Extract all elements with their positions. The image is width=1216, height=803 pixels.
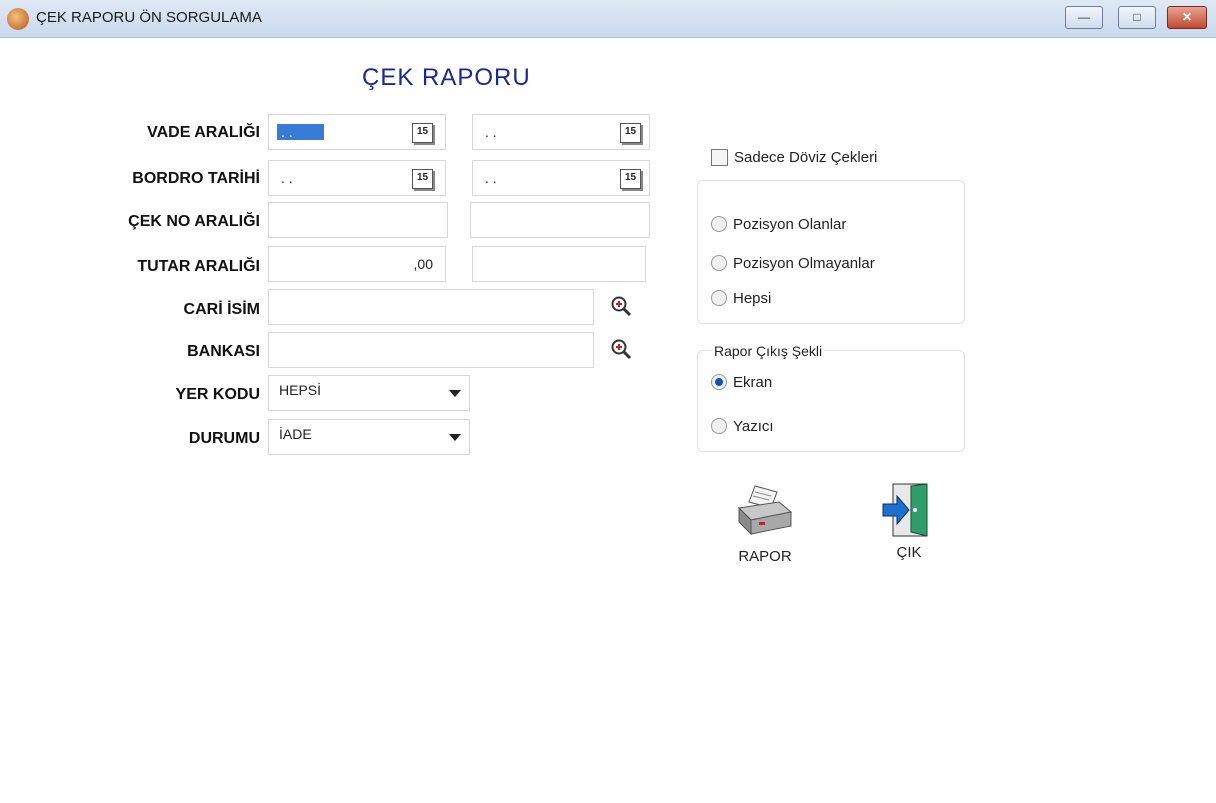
doviz-checkbox[interactable]: Sadece Döviz Çekleri xyxy=(711,148,878,167)
cari-input[interactable] xyxy=(268,289,594,325)
minimize-button[interactable]: — xyxy=(1065,6,1103,29)
calendar-icon[interactable]: 15 xyxy=(412,123,433,143)
calendar-icon[interactable]: 15 xyxy=(412,169,433,189)
durumu-select[interactable]: İADE xyxy=(268,419,470,455)
cekno-to-input[interactable] xyxy=(470,202,650,238)
chevron-down-icon[interactable] xyxy=(449,390,461,397)
durumu-label: DURUMU xyxy=(188,430,260,447)
bordro-to-value: . . xyxy=(485,170,497,186)
close-button[interactable]: ✕ xyxy=(1167,6,1207,29)
durumu-value: İADE xyxy=(279,426,312,442)
cari-label: CARİ İSİM xyxy=(183,301,260,318)
bankasi-label: BANKASI xyxy=(187,343,260,360)
ekran-label: Ekran xyxy=(733,374,773,391)
calendar-icon[interactable]: 15 xyxy=(620,169,641,189)
chevron-down-icon[interactable] xyxy=(449,434,461,441)
cik-button[interactable]: ÇIK xyxy=(869,482,949,561)
bordro-to-date[interactable]: . . 15 xyxy=(472,160,650,196)
tutar-from-input[interactable]: ,00 xyxy=(268,246,446,282)
calendar-icon[interactable]: 15 xyxy=(620,123,641,143)
bankasi-input[interactable] xyxy=(268,332,594,368)
vade-to-value: . . xyxy=(485,124,497,140)
tutar-to-input[interactable] xyxy=(472,246,646,282)
yerkodu-label: YER KODU xyxy=(175,386,260,403)
yerkodu-select[interactable]: HEPSİ xyxy=(268,375,470,411)
bordro-from-value: . . xyxy=(281,170,293,186)
yazici-label: Yazıcı xyxy=(733,418,774,435)
exit-door-icon xyxy=(882,483,928,537)
vade-from-date[interactable]: . . 15 xyxy=(268,114,446,150)
tutar-label: TUTAR ARALIĞI xyxy=(137,258,260,275)
checkbox-icon[interactable] xyxy=(711,148,728,166)
rapor-label: RAPOR xyxy=(738,548,792,565)
search-icon[interactable] xyxy=(610,338,632,360)
radio-yazici[interactable]: Yazıcı xyxy=(711,418,774,435)
app-icon xyxy=(7,8,29,30)
vade-from-value: . . xyxy=(277,124,297,140)
rapor-button[interactable]: RAPOR xyxy=(725,482,805,565)
hepsi-label: Hepsi xyxy=(733,290,772,307)
cikis-group xyxy=(697,350,965,452)
printer-icon xyxy=(737,485,793,536)
radio-ekran[interactable]: Ekran xyxy=(711,374,772,391)
pozisyon-olanlar-label: Pozisyon Olanlar xyxy=(733,216,847,233)
title-bar: ÇEK RAPORU ÖN SORGULAMA — □ ✕ xyxy=(0,0,1216,38)
maximize-button[interactable]: □ xyxy=(1118,6,1156,29)
tutar-from-value: ,00 xyxy=(413,256,433,272)
radio-icon[interactable] xyxy=(711,418,727,435)
radio-icon[interactable] xyxy=(711,216,727,233)
radio-pozisyon-olanlar[interactable]: Pozisyon Olanlar xyxy=(711,216,846,233)
pozisyon-olmayanlar-label: Pozisyon Olmayanlar xyxy=(733,255,875,272)
cekno-from-input[interactable] xyxy=(268,202,448,238)
cikis-legend: Rapor Çıkış Şekli xyxy=(712,343,825,359)
yerkodu-value: HEPSİ xyxy=(279,382,322,398)
cekno-label: ÇEK NO ARALIĞI xyxy=(128,213,260,230)
doviz-label: Sadece Döviz Çekleri xyxy=(734,149,878,166)
radio-icon[interactable] xyxy=(711,374,727,391)
radio-icon[interactable] xyxy=(711,255,727,272)
page-title: ÇEK RAPORU xyxy=(362,64,531,91)
search-icon[interactable] xyxy=(610,295,632,317)
radio-hepsi[interactable]: Hepsi xyxy=(711,290,771,307)
bordro-label: BORDRO TARİHİ xyxy=(132,170,260,187)
radio-pozisyon-olmayanlar[interactable]: Pozisyon Olmayanlar xyxy=(711,255,875,272)
bordro-from-date[interactable]: . . 15 xyxy=(268,160,446,196)
cik-label: ÇIK xyxy=(896,544,922,561)
radio-icon[interactable] xyxy=(711,290,727,307)
window-title: ÇEK RAPORU ÖN SORGULAMA xyxy=(36,9,262,26)
vade-to-date[interactable]: . . 15 xyxy=(472,114,650,150)
vade-label: VADE ARALIĞI xyxy=(147,124,260,141)
